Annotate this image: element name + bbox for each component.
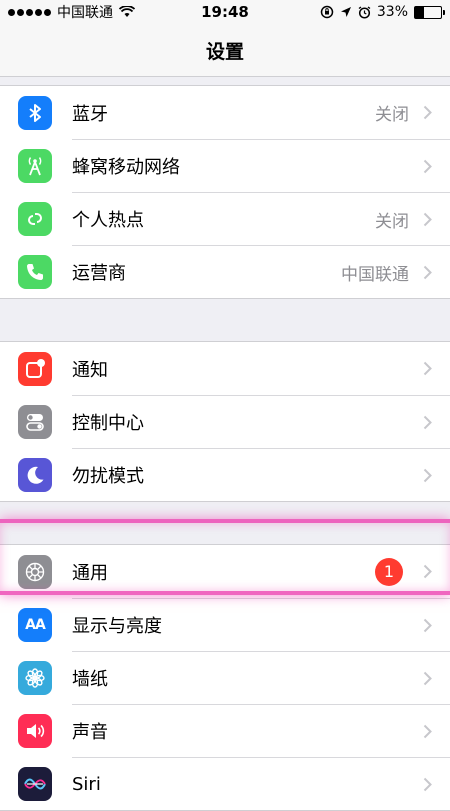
settings-row[interactable]: 运营商 中国联通 xyxy=(0,244,450,299)
settings-row-label: 运营商 xyxy=(72,263,126,284)
battery-level xyxy=(415,6,424,18)
settings-row[interactable]: 个人热点 关闭 xyxy=(0,191,450,246)
update-badge: 1 xyxy=(375,557,403,586)
settings-row-label: 勿扰模式 xyxy=(72,466,144,487)
settings-row-content: 个人热点 关闭 xyxy=(72,191,450,246)
settings-row-label: 墙纸 xyxy=(72,669,108,690)
settings-row-content: 显示与亮度 xyxy=(72,597,450,652)
chevron-right-icon xyxy=(423,564,432,579)
battery-icon xyxy=(414,5,445,19)
chevron-right-icon xyxy=(423,671,432,685)
settings-row[interactable]: 蓝牙 关闭 xyxy=(0,86,450,139)
settings-row-content: Siri xyxy=(72,756,450,811)
status-bar: 中国联通 19:48 33% xyxy=(0,0,450,24)
settings-row[interactable]: 勿扰模式 xyxy=(0,447,450,502)
siri-icon xyxy=(18,766,52,801)
settings-row[interactable]: 控制中心 xyxy=(0,394,450,449)
alarm-icon xyxy=(358,5,371,19)
control-center-icon xyxy=(18,404,52,439)
settings-row-content: 蓝牙 关闭 xyxy=(72,86,450,139)
settings-row[interactable]: Siri xyxy=(0,756,450,811)
settings-list: 蓝牙 关闭 蜂窝移动网络 个人热点 关闭 运营商 中国联通 通知 控制中心 勿扰模式 通用 1 AA 显示… xyxy=(0,85,450,811)
chevron-right-icon xyxy=(423,724,432,738)
chevron-right-icon xyxy=(423,105,432,120)
display-icon: AA xyxy=(18,607,52,642)
chevron-right-icon xyxy=(423,265,432,279)
battery-percent: 33% xyxy=(376,4,408,20)
settings-row-content: 通知 xyxy=(72,342,450,395)
chevron-right-icon xyxy=(423,415,432,429)
settings-group: 通知控制中心勿扰模式 xyxy=(0,341,450,502)
settings-row[interactable]: 蜂窝移动网络 xyxy=(0,138,450,193)
settings-row-label: 蜂窝移动网络 xyxy=(72,157,180,178)
settings-row-label: 个人热点 xyxy=(72,210,144,231)
settings-row[interactable]: 墙纸 xyxy=(0,650,450,705)
settings-row-content: 声音 xyxy=(72,703,450,758)
signal-strength-icon xyxy=(8,8,51,16)
carrier-name: 中国联通 xyxy=(57,5,113,21)
settings-row-label: 显示与亮度 xyxy=(72,616,162,637)
settings-row-label: 通知 xyxy=(72,359,108,381)
settings-row-content: 运营商 中国联通 xyxy=(72,244,450,299)
wifi-icon xyxy=(119,6,135,17)
chevron-right-icon xyxy=(423,212,432,226)
chevron-right-icon xyxy=(423,159,432,173)
settings-group: 蓝牙 关闭 蜂窝移动网络 个人热点 关闭 运营商 中国联通 xyxy=(0,85,450,299)
hotspot-icon xyxy=(18,201,52,236)
phone-icon xyxy=(18,254,52,289)
navigation-bar: 设置 xyxy=(0,24,450,77)
status-left: 中国联通 xyxy=(8,2,135,22)
wallpaper-icon xyxy=(18,660,52,695)
gear-icon xyxy=(18,554,52,589)
settings-row-label: 蓝牙 xyxy=(72,103,108,125)
settings-row-label: Siri xyxy=(72,773,101,795)
settings-row-label: 声音 xyxy=(72,722,108,743)
chevron-right-icon xyxy=(423,777,432,791)
settings-row[interactable]: 声音 xyxy=(0,703,450,758)
settings-row-content: 控制中心 xyxy=(72,394,450,449)
settings-row[interactable]: AA 显示与亮度 xyxy=(0,597,450,652)
moon-icon xyxy=(18,457,52,492)
settings-row-value: 中国联通 xyxy=(341,264,409,285)
settings-row-label: 控制中心 xyxy=(72,413,144,434)
status-right: 33% xyxy=(320,4,445,20)
settings-row-content: 蜂窝移动网络 xyxy=(72,138,450,193)
chevron-right-icon xyxy=(423,618,432,632)
status-time: 19:48 xyxy=(201,3,249,21)
sound-icon xyxy=(18,713,52,748)
chevron-right-icon xyxy=(423,361,432,376)
settings-row-label: 通用 xyxy=(72,562,108,584)
chevron-right-icon xyxy=(423,468,432,482)
page-title: 设置 xyxy=(205,40,244,63)
bluetooth-icon xyxy=(18,95,52,130)
display-icon-glyph: AA xyxy=(25,616,46,633)
settings-row-content: 通用 1 xyxy=(72,545,450,598)
settings-row-value: 关闭 xyxy=(375,105,409,125)
settings-row[interactable]: 通知 xyxy=(0,342,450,395)
rotation-lock-icon xyxy=(320,5,334,19)
location-icon xyxy=(340,7,351,17)
settings-row-value: 关闭 xyxy=(375,211,409,232)
settings-row-content: 墙纸 xyxy=(72,650,450,705)
settings-row-content: 勿扰模式 xyxy=(72,447,450,502)
settings-row[interactable]: 通用 1 xyxy=(0,545,450,598)
cellular-icon xyxy=(18,148,52,183)
settings-group: 通用 1 AA 显示与亮度墙纸声音 Siri xyxy=(0,544,450,811)
notifications-icon xyxy=(18,351,52,386)
